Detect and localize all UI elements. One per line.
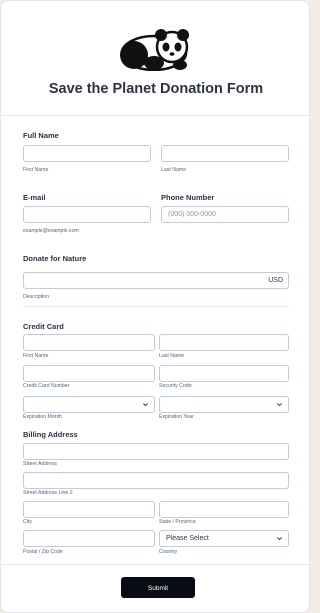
expiration-year-sublabel: Expiration Year — [159, 414, 194, 420]
expiration-month-select[interactable] — [23, 396, 155, 413]
cc-number-input[interactable] — [23, 365, 155, 382]
state-sublabel: State / Province — [159, 519, 196, 525]
cc-last-name-sublabel: Last Name — [159, 353, 185, 359]
chevron-down-icon — [143, 403, 148, 407]
street-address-input[interactable] — [23, 443, 289, 460]
full-name-label: Full Name — [23, 131, 59, 140]
country-sublabel: Country — [159, 549, 178, 555]
first-name-sublabel: First Name — [23, 167, 49, 173]
country-select[interactable]: Please Select — [159, 530, 289, 547]
phone-input[interactable]: (000) 000-0000 — [161, 206, 289, 223]
first-name-input[interactable] — [23, 145, 151, 162]
donation-description-sublabel: Description — [23, 294, 49, 300]
last-name-input[interactable] — [161, 145, 289, 162]
chevron-down-icon — [277, 537, 282, 541]
currency-label: USD — [268, 277, 283, 284]
street-address-2-sublabel: Street Address Line 2 — [23, 490, 73, 496]
cc-number-sublabel: Credit Card Number — [23, 383, 70, 389]
city-input[interactable] — [23, 501, 155, 518]
cc-last-name-input[interactable] — [159, 334, 289, 351]
submit-button[interactable]: Submit — [121, 577, 195, 598]
security-code-sublabel: Security Code — [159, 383, 192, 389]
expiration-year-select[interactable] — [159, 396, 289, 413]
postal-code-input[interactable] — [23, 530, 155, 547]
street-address-2-input[interactable] — [23, 472, 289, 489]
last-name-sublabel: Last Name — [161, 167, 187, 173]
divider — [1, 115, 309, 116]
phone-label: Phone Number — [161, 193, 215, 202]
email-input[interactable] — [23, 206, 151, 223]
donation-amount-input[interactable]: USD — [23, 272, 289, 289]
state-input[interactable] — [159, 501, 289, 518]
security-code-input[interactable] — [159, 365, 289, 382]
chevron-down-icon — [277, 403, 282, 407]
cc-first-name-input[interactable] — [23, 334, 155, 351]
country-select-value: Please Select — [166, 535, 209, 542]
form-title: Save the Planet Donation Form — [48, 81, 264, 97]
divider — [1, 564, 309, 565]
city-sublabel: City — [23, 519, 32, 525]
email-label: E-mail — [23, 193, 46, 202]
credit-card-label: Credit Card — [23, 322, 64, 331]
divider — [23, 306, 289, 307]
email-sublabel: example@example.com — [23, 228, 79, 234]
postal-code-sublabel: Postal / Zip Code — [23, 549, 63, 555]
expiration-month-sublabel: Expiration Month — [23, 414, 62, 420]
billing-address-label: Billing Address — [23, 430, 78, 439]
cc-first-name-sublabel: First Name — [23, 353, 49, 359]
form-card: Save the Planet Donation Form Full Name … — [0, 0, 310, 613]
street-address-sublabel: Street Address — [23, 461, 58, 467]
donate-label: Donate for Nature — [23, 254, 87, 263]
panda-logo-icon — [120, 29, 189, 71]
